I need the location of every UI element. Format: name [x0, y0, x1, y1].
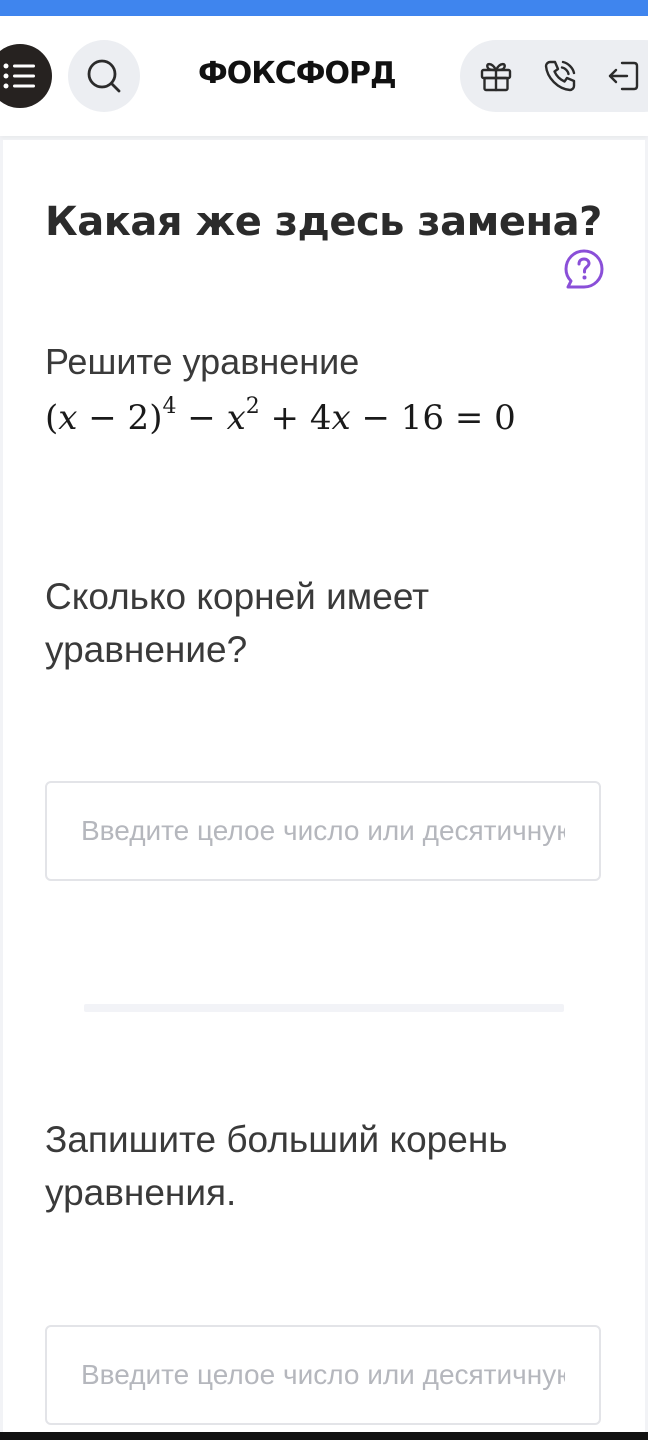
search-button[interactable]	[68, 40, 140, 112]
foxford-logo[interactable]: ФОКСФОРД	[198, 54, 408, 94]
eq-var-x2: x	[226, 398, 246, 438]
task-title: Какая же здесь замена?	[45, 199, 602, 245]
search-icon	[87, 59, 121, 93]
logout-button[interactable]	[604, 56, 644, 96]
eq-minus-two: − 2)	[77, 398, 163, 438]
menu-button[interactable]	[0, 44, 52, 108]
header-actions	[460, 40, 648, 112]
equation: (x − 2)4 − x2 + 4x − 16 = 0	[45, 394, 516, 442]
eq-exp-4: 4	[162, 394, 177, 419]
question-2-text: Запишите больший корень уравнения.	[45, 1119, 508, 1213]
answer-input-1[interactable]	[45, 781, 601, 881]
list-icon	[3, 63, 35, 89]
system-bottom-bar	[0, 1432, 648, 1440]
answer-input-2[interactable]	[45, 1325, 601, 1425]
eq-var-x3: x	[331, 398, 351, 438]
question-1-text: Сколько корней имеет уравнение?	[45, 576, 430, 670]
help-button[interactable]	[563, 248, 605, 290]
gift-icon	[480, 62, 512, 92]
gift-button[interactable]	[476, 56, 516, 96]
eq-rest: − 16 = 0	[350, 398, 516, 438]
eq-paren-open: (	[45, 398, 59, 438]
phone-icon	[544, 60, 576, 92]
eq-exp-2: 2	[245, 394, 260, 419]
help-icon	[564, 249, 604, 289]
phone-button[interactable]	[540, 56, 580, 96]
task-card: Какая же здесь замена? Решите уравнение …	[3, 140, 645, 1440]
header: ФОКСФОРД	[0, 16, 648, 136]
eq-var-x: x	[58, 398, 78, 438]
divider	[84, 1004, 564, 1012]
eq-plus-four: + 4	[259, 398, 332, 438]
top-accent-bar	[0, 0, 648, 16]
eq-minus: −	[176, 398, 227, 438]
task-instruction: Решите уравнение	[45, 341, 360, 382]
logout-icon	[608, 61, 639, 91]
